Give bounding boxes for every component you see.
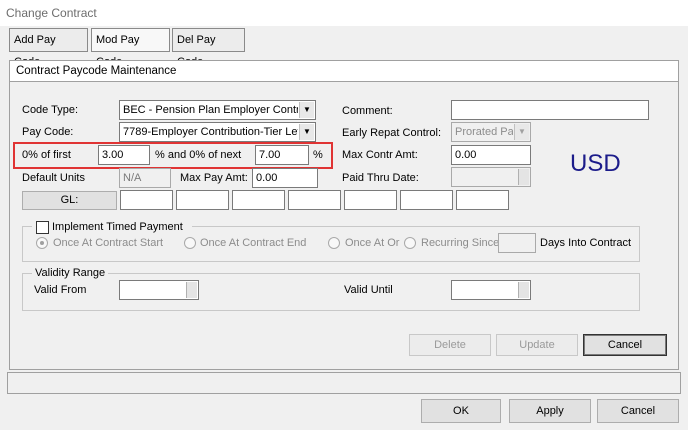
early-repat-select: Prorated Pay ▼ xyxy=(451,122,531,142)
pct-first-label: 0% of first xyxy=(22,149,71,161)
radio-once-at-contract-start[interactable] xyxy=(36,237,48,249)
gl-segment-3[interactable] xyxy=(232,190,285,210)
gl-segment-4[interactable] xyxy=(288,190,341,210)
calendar-icon xyxy=(186,282,197,298)
tab-add-pay-code[interactable]: Add Pay Code xyxy=(9,28,88,68)
pct-suffix: % xyxy=(313,149,323,161)
timed-payment-checkbox[interactable] xyxy=(36,221,49,234)
tab-mod-pay-code[interactable]: Mod Pay Code xyxy=(91,28,170,68)
pay-code-select[interactable]: 7789-Employer Contribution-Tier Level ▼ xyxy=(119,122,316,142)
status-bar xyxy=(7,372,681,394)
max-contr-input[interactable]: 0.00 xyxy=(451,145,531,165)
calendar-icon xyxy=(518,282,529,298)
paid-thru-date-picker xyxy=(451,167,531,187)
valid-from-date-picker[interactable] xyxy=(119,280,199,300)
comment-input[interactable] xyxy=(451,100,649,120)
delete-button-label: Delete xyxy=(434,339,466,351)
gl-segment-7[interactable] xyxy=(456,190,509,210)
radio-label: Once At Contract End xyxy=(200,237,307,249)
pct-next-label: % and 0% of next xyxy=(155,149,242,161)
dialog-cancel-button[interactable]: Cancel xyxy=(597,399,679,423)
days-input xyxy=(498,233,536,253)
currency-label: USD xyxy=(570,150,621,177)
panel-cancel-button-label: Cancel xyxy=(607,339,643,351)
tab-del-pay-code[interactable]: Del Pay Code xyxy=(172,28,245,68)
validity-range-group xyxy=(22,273,640,311)
default-units-label: Default Units xyxy=(22,172,85,184)
comment-label: Comment: xyxy=(342,105,393,117)
radio-recurring-since[interactable] xyxy=(404,237,416,249)
delete-button[interactable]: Delete xyxy=(409,334,491,356)
panel-cancel-button[interactable]: Cancel xyxy=(583,334,667,356)
chevron-down-icon: ▼ xyxy=(299,124,314,140)
max-pay-amt-input[interactable]: 0.00 xyxy=(252,168,318,188)
radio-once-at-or[interactable] xyxy=(328,237,340,249)
pct-next-input[interactable]: 7.00 xyxy=(255,145,309,165)
chevron-down-icon: ▼ xyxy=(514,124,529,140)
radio-once-at-contract-end[interactable] xyxy=(184,237,196,249)
max-pay-amt-label: Max Pay Amt: xyxy=(180,172,248,184)
code-type-value: BEC - Pension Plan Employer Contribution xyxy=(123,104,298,116)
days-into-contract-label: Days Into Contract xyxy=(540,237,632,249)
code-type-label: Code Type: xyxy=(22,104,79,116)
valid-until-label: Valid Until xyxy=(344,284,393,296)
radio-label: Once At Contract Start xyxy=(53,237,164,249)
gl-button[interactable]: GL: xyxy=(22,191,117,210)
max-contr-label: Max Contr Amt: xyxy=(342,149,418,161)
validity-range-label: Validity Range xyxy=(32,266,109,280)
dialog-cancel-button-label: Cancel xyxy=(620,405,656,417)
gl-button-label: GL: xyxy=(60,194,79,206)
apply-button-label: Apply xyxy=(536,405,564,417)
gl-segment-5[interactable] xyxy=(344,190,397,210)
calendar-icon xyxy=(518,169,529,185)
gl-segment-2[interactable] xyxy=(176,190,229,210)
paid-thru-label: Paid Thru Date: xyxy=(342,172,419,184)
chevron-down-icon: ▼ xyxy=(299,102,314,118)
radio-label: Recurring Since xyxy=(421,237,500,249)
window-title: Change Contract xyxy=(6,6,97,20)
panel-title: Contract Paycode Maintenance xyxy=(9,60,679,82)
update-button[interactable]: Update xyxy=(496,334,578,356)
ok-button[interactable]: OK xyxy=(421,399,501,423)
early-repat-label: Early Repat Control: xyxy=(342,127,442,139)
early-repat-value: Prorated Pay xyxy=(455,126,513,138)
valid-from-label: Valid From xyxy=(34,284,87,296)
valid-until-date-picker[interactable] xyxy=(451,280,531,300)
update-button-label: Update xyxy=(519,339,555,351)
gl-segment-1[interactable] xyxy=(120,190,173,210)
radio-label: Once At Or xyxy=(345,237,400,249)
window-title-bar: Change Contract xyxy=(0,0,688,26)
ok-button-label: OK xyxy=(453,405,469,417)
code-type-select[interactable]: BEC - Pension Plan Employer Contribution… xyxy=(119,100,316,120)
default-units-field: N/A xyxy=(119,168,171,188)
pay-code-label: Pay Code: xyxy=(22,126,74,138)
gl-segment-6[interactable] xyxy=(400,190,453,210)
pct-first-input[interactable]: 3.00 xyxy=(98,145,150,165)
pay-code-value: 7789-Employer Contribution-Tier Level xyxy=(123,126,298,138)
apply-button[interactable]: Apply xyxy=(509,399,591,423)
